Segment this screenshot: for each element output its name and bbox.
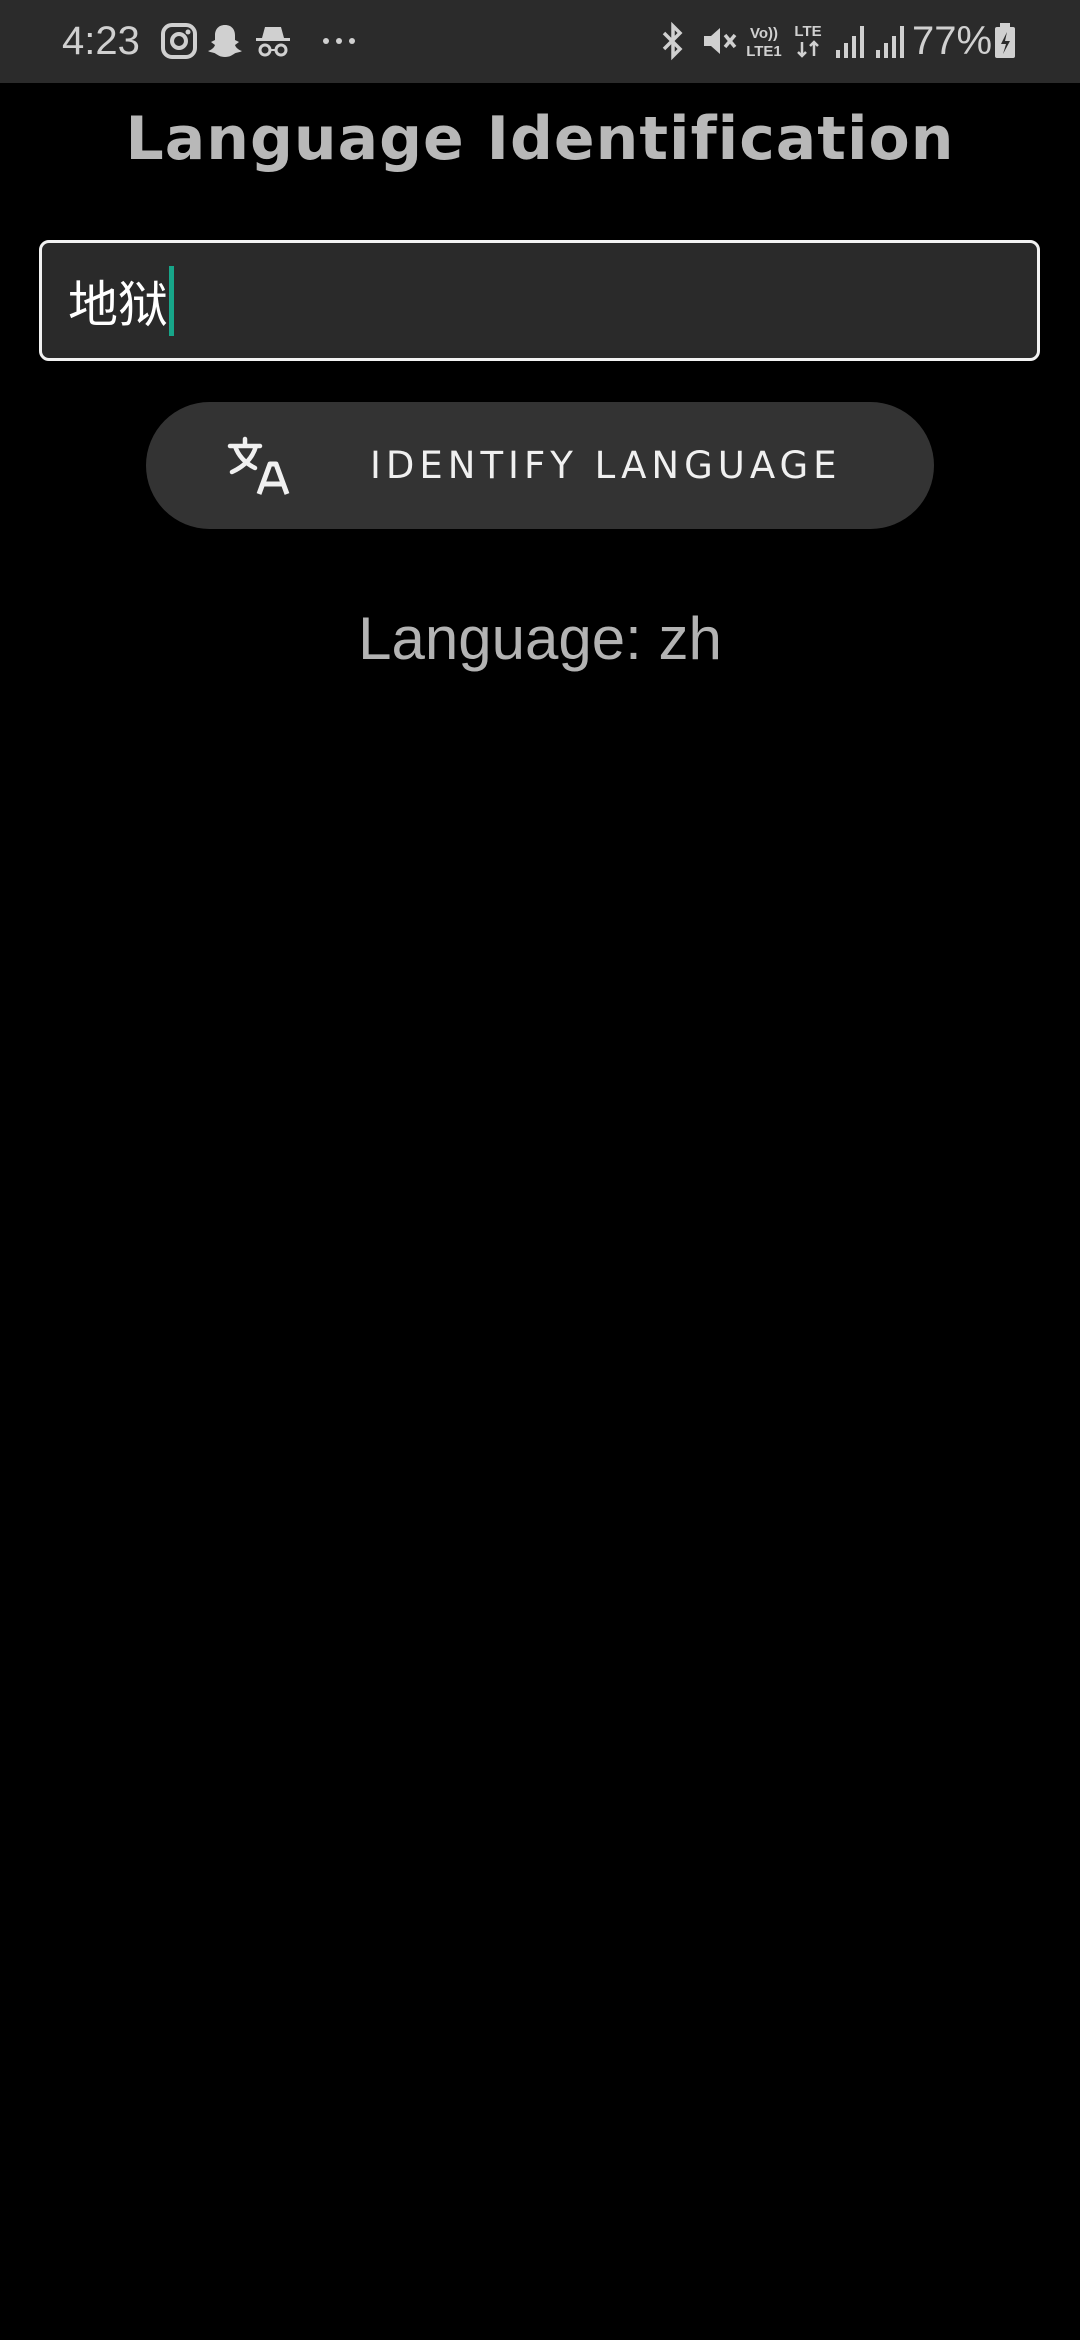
battery-icon — [990, 20, 1020, 62]
status-bar: 4:23 Vo)) LTE1 LTE 77% — [0, 0, 1080, 83]
more-dots-icon — [318, 20, 360, 62]
language-result: Language: zh — [358, 605, 722, 672]
translate-icon — [226, 434, 290, 498]
identify-language-label: IDENTIFY LANGUAGE — [370, 444, 842, 487]
signal-icon — [832, 20, 874, 62]
snapchat-icon — [204, 20, 246, 62]
text-caret — [169, 265, 174, 336]
svg-text:LTE: LTE — [794, 23, 821, 40]
page-title: Language Identification — [125, 104, 955, 174]
identify-language-button[interactable]: IDENTIFY LANGUAGE — [146, 402, 934, 529]
battery-percentage: 77% — [912, 19, 993, 63]
bluetooth-icon — [652, 20, 694, 62]
language-text-input[interactable]: 地狱 — [39, 240, 1040, 361]
incognito-icon — [252, 20, 294, 62]
signal-icon — [872, 20, 914, 62]
instagram-icon — [158, 20, 200, 62]
status-time: 4:23 — [62, 19, 140, 63]
mute-icon — [698, 20, 740, 62]
lte-icon: LTE — [790, 20, 826, 62]
input-value: 地狱 — [68, 275, 168, 334]
svg-text:LTE1: LTE1 — [746, 43, 782, 60]
svg-text:Vo)): Vo)) — [750, 25, 778, 42]
volte-icon: Vo)) LTE1 — [744, 20, 784, 62]
